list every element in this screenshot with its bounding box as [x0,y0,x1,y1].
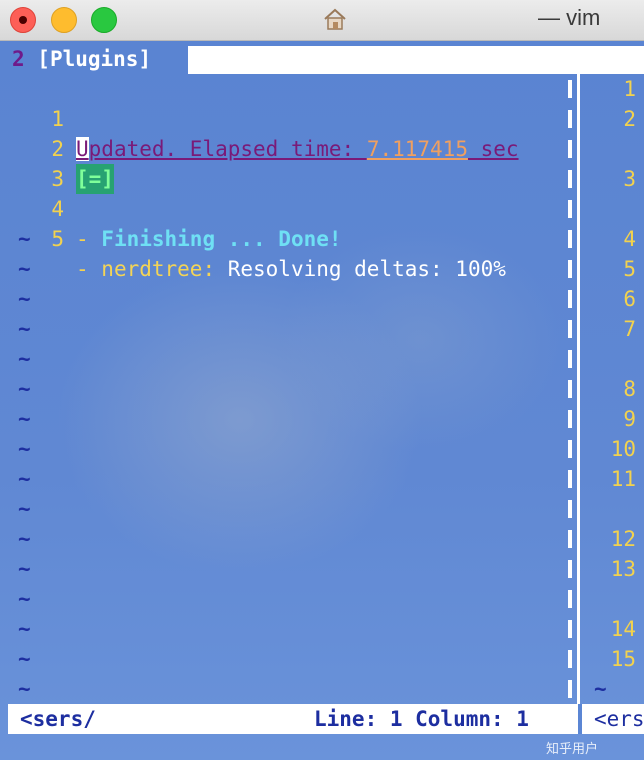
right-line-number: 6 [623,287,636,311]
right-line-number: 5 [623,257,636,281]
close-button[interactable] [10,7,36,33]
right-line-number: 13 [610,557,636,581]
empty-line-tilde: ~ [18,467,31,491]
empty-line-tilde: ~ [18,377,31,401]
empty-line-tilde: ~ [18,407,31,431]
right-line-number: 8 [623,377,636,401]
empty-line-tilde: ~ [18,617,31,641]
updated-text: pdated. Elapsed time: [88,137,367,161]
watermark: 知乎用户 [546,742,599,757]
split-segment [568,680,572,698]
right-empty-line-tilde: ~ [594,677,607,701]
buffer-line-3: 3 [0,134,64,191]
empty-line-tilde: ~ [18,677,31,701]
finishing-text: Finishing ... Done! [101,227,342,251]
elapsed-time: 7.117415 [366,137,468,161]
status-position: Line: 1 Column: 1 [314,707,529,731]
cursor: U [76,137,89,161]
bullet-dash: - [76,227,102,251]
split-segment [568,620,572,638]
split-segment [568,170,572,188]
plugin-name: nerdtree: [101,257,216,281]
tab-line: 2 [Plugins] [0,44,644,74]
split-segment [568,440,572,458]
right-line-number: 14 [610,617,636,641]
right-line-number: 10 [610,437,636,461]
empty-line-tilde: ~ [18,587,31,611]
split-segment [568,470,572,488]
empty-line-tilde: ~ [18,557,31,581]
empty-line-tilde: ~ [18,257,31,281]
split-segment [568,140,572,158]
split-segment [568,350,572,368]
split-segment [568,260,572,278]
split-segment [568,380,572,398]
status-line: <sers/ Line: 1 Column: 1 <ers [8,704,644,734]
right-line-number: 9 [623,407,636,431]
split-segment [568,230,572,248]
close-icon [19,16,27,24]
empty-line-tilde: ~ [18,317,31,341]
buffer-line-5: 5 - nerdtree: Resolving deltas: 100% [0,194,506,281]
right-line-number: 15 [610,647,636,671]
elapsed-unit: sec [467,137,519,161]
split-segment [568,290,572,308]
right-line-number: 11 [610,467,636,491]
window-title: — vim [538,5,601,30]
right-line-number: 12 [610,527,636,551]
bullet-dash: - [76,257,102,281]
title-bar: — vim [0,0,644,41]
right-line-number: 1 [623,77,636,101]
line-number: 5 [51,227,64,251]
tab-line-fill [188,46,644,74]
split-segment [568,200,572,218]
status-right-filename: <ers [594,707,644,731]
minimize-button[interactable] [51,7,77,33]
split-segment [568,80,572,98]
right-line-number: 3 [623,167,636,191]
empty-line-tilde: ~ [18,347,31,371]
split-segment [568,320,572,338]
empty-line-tilde: ~ [18,287,31,311]
right-line-number: 4 [623,227,636,251]
split-segment [568,410,572,428]
empty-line-tilde: ~ [18,227,31,251]
split-segment [568,650,572,668]
empty-line-tilde: ~ [18,647,31,671]
split-segment [568,560,572,578]
right-line-number: 2 [623,107,636,131]
empty-line-tilde: ~ [18,437,31,461]
right-line-number: 7 [623,317,636,341]
status-filename: <sers/ [20,707,96,731]
status-divider [578,704,582,734]
tab-number: 2 [12,47,25,71]
zoom-button[interactable] [91,7,117,33]
empty-line-tilde: ~ [18,497,31,521]
buffer-line-4: 4 - Finishing ... Done! [0,164,341,251]
tab-plugins[interactable]: 2 [Plugins] [12,44,188,74]
tab-label: [Plugins] [24,47,152,71]
progress-bar: [=] [76,164,114,194]
split-segment [568,530,572,548]
plugin-status: Resolving deltas: 100% [215,257,506,281]
split-separator [568,74,578,704]
split-segment [568,110,572,128]
split-segment [568,500,572,518]
buffer-line-1: 1 Updated. Elapsed time: 7.117415 sec [0,74,519,161]
empty-line-tilde: ~ [18,527,31,551]
buffer-line-2: 2 [=] [0,104,114,194]
home-icon [324,8,346,30]
split-segment [568,590,572,608]
